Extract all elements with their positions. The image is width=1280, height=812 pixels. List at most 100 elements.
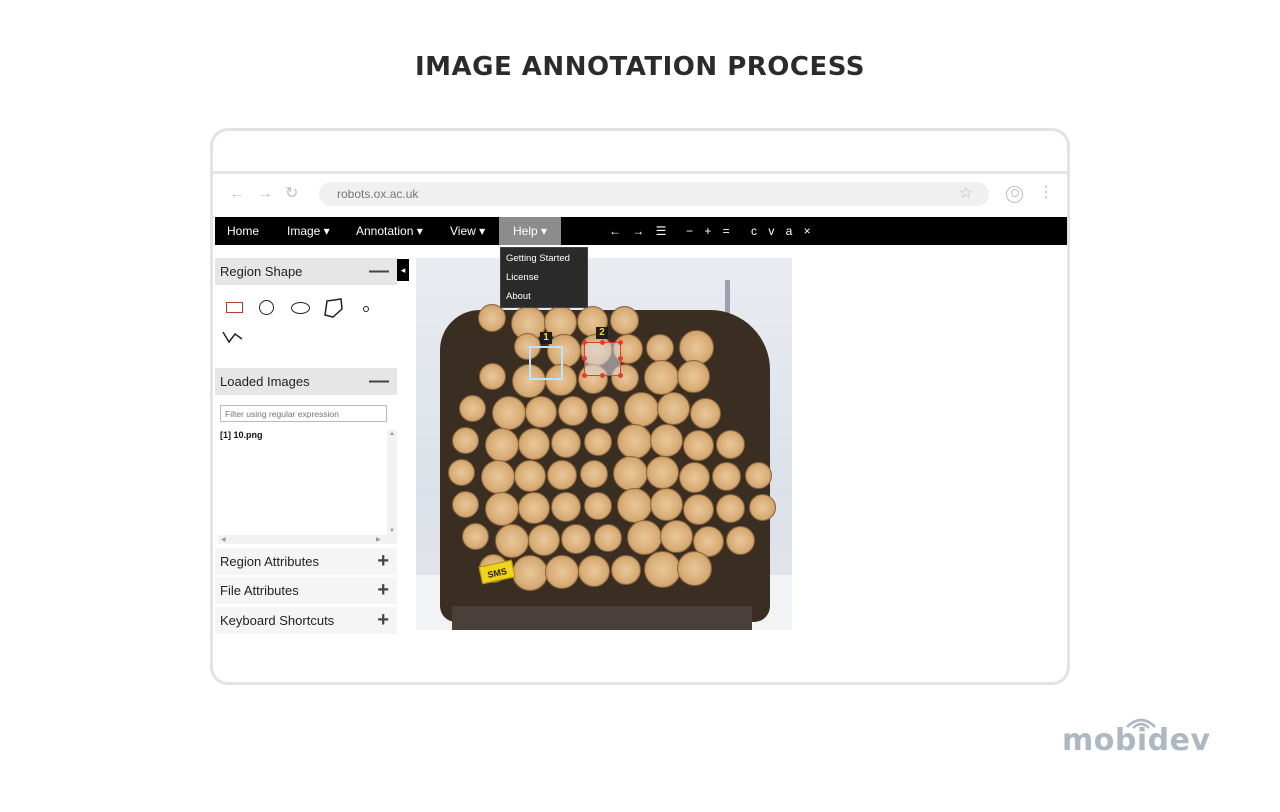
log-end — [518, 428, 550, 460]
log-end — [624, 391, 659, 427]
resize-handle[interactable] — [600, 340, 605, 345]
resize-handle[interactable] — [582, 340, 587, 345]
log-end — [459, 394, 486, 422]
menu-item-license[interactable]: License — [501, 268, 587, 287]
region-1-box[interactable] — [529, 346, 563, 380]
collapse-icon[interactable]: — — [369, 258, 389, 284]
polyline-shape-icon[interactable] — [222, 330, 244, 344]
expand-icon[interactable]: + — [377, 607, 389, 633]
log-end — [646, 455, 679, 489]
log-end — [551, 492, 581, 522]
log-end — [716, 429, 745, 459]
scroll-right-icon[interactable]: ▶ — [376, 536, 381, 543]
kebab-menu-icon[interactable]: ⋮ — [1038, 184, 1054, 202]
image-filter-input[interactable] — [220, 405, 387, 422]
log-end — [547, 460, 577, 490]
log-end — [617, 423, 652, 459]
region-shape-header[interactable]: Region Shape — — [215, 258, 397, 285]
menu-help[interactable]: Help ▾ — [499, 217, 561, 245]
point-shape-icon[interactable] — [363, 306, 369, 312]
log-end — [690, 397, 721, 429]
log-end — [644, 550, 681, 588]
sidebar-collapse-button[interactable]: ◂ — [397, 259, 409, 281]
region-1-label: 1 — [540, 332, 552, 344]
log-end — [679, 329, 714, 365]
annotation-canvas[interactable]: SMS 1 2 — [416, 258, 792, 630]
log-end — [518, 492, 550, 524]
log-end — [584, 492, 612, 520]
log-end — [745, 461, 772, 489]
polygon-shape-icon[interactable] — [322, 297, 344, 319]
log-end — [660, 519, 693, 553]
menu-item-about[interactable]: About — [501, 287, 587, 306]
scroll-down-icon[interactable]: ▼ — [389, 528, 395, 534]
resize-handle[interactable] — [582, 373, 587, 378]
log-end — [716, 493, 745, 523]
log-end — [512, 555, 548, 591]
mobidev-logo: mobidev — [1062, 715, 1222, 760]
region-attributes-header[interactable]: Region Attributes + — [215, 548, 397, 575]
reload-icon[interactable]: ↻ — [285, 185, 298, 203]
region-2-label: 2 — [596, 327, 608, 339]
edit-tools[interactable]: c v a × — [751, 217, 815, 245]
menu-annotation[interactable]: Annotation ▾ — [348, 217, 431, 245]
region-2-box[interactable] — [582, 340, 623, 378]
expand-icon[interactable]: + — [377, 577, 389, 603]
collapse-icon[interactable]: — — [369, 368, 389, 394]
list-item[interactable]: [1] 10.png — [218, 430, 385, 440]
ellipse-shape-icon[interactable] — [291, 302, 310, 314]
rectangle-shape-icon[interactable] — [226, 302, 243, 313]
log-end — [591, 396, 619, 424]
menu-home[interactable]: Home — [219, 217, 267, 245]
loaded-images-header[interactable]: Loaded Images — — [215, 368, 397, 395]
address-bar[interactable]: robots.ox.ac.uk ☆ — [319, 182, 989, 206]
log-end — [646, 334, 674, 362]
forward-arrow-icon[interactable]: → — [257, 185, 273, 203]
log-end — [650, 487, 683, 521]
resize-handle[interactable] — [618, 356, 623, 361]
star-icon[interactable]: ☆ — [959, 185, 973, 203]
log-end — [495, 524, 529, 558]
address-row: ← → ↻ robots.ox.ac.uk ☆ ⋮ — [213, 176, 1067, 214]
horizontal-scrollbar[interactable]: ◀ ▶ — [218, 535, 397, 544]
log-end — [479, 362, 506, 390]
log-end — [683, 493, 714, 525]
file-attributes-title: File Attributes — [220, 583, 299, 598]
navigation-tools[interactable]: ← → ☰ — [609, 217, 670, 245]
menu-image[interactable]: Image ▾ — [279, 217, 338, 245]
log-end — [561, 524, 591, 554]
log-end — [610, 305, 639, 335]
log-end — [485, 428, 519, 462]
resize-handle[interactable] — [582, 356, 587, 361]
scroll-up-icon[interactable]: ▲ — [389, 431, 395, 437]
resize-handle[interactable] — [618, 373, 623, 378]
circle-shape-icon[interactable] — [259, 300, 274, 315]
log-end — [492, 396, 526, 430]
scroll-left-icon[interactable]: ◀ — [221, 536, 226, 543]
region-attributes-title: Region Attributes — [220, 554, 320, 569]
log-end — [657, 391, 690, 425]
file-attributes-header[interactable]: File Attributes + — [215, 577, 397, 604]
vertical-scrollbar[interactable]: ▲ ▼ — [387, 430, 397, 535]
back-arrow-icon[interactable]: ← — [229, 185, 245, 203]
sidebar: Region Shape — Loaded Images — [1] 10.pn… — [215, 258, 397, 635]
log-end — [452, 426, 479, 454]
log-end — [584, 428, 612, 456]
browser-window: ← → ↻ robots.ox.ac.uk ☆ ⋮ Home Image ▾ A… — [210, 128, 1070, 685]
resize-handle[interactable] — [600, 373, 605, 378]
log-end — [627, 519, 662, 555]
expand-icon[interactable]: + — [377, 548, 389, 574]
profile-icon[interactable] — [1006, 186, 1023, 203]
log-end — [679, 461, 710, 493]
keyboard-shortcuts-header[interactable]: Keyboard Shortcuts + — [215, 607, 397, 634]
log-end — [613, 455, 648, 491]
log-end — [677, 550, 712, 586]
menu-view[interactable]: View ▾ — [442, 217, 493, 245]
loaded-images-title: Loaded Images — [220, 374, 310, 389]
log-end — [528, 524, 560, 556]
log-end — [481, 460, 515, 494]
menu-item-getting-started[interactable]: Getting Started — [501, 249, 587, 268]
resize-handle[interactable] — [618, 340, 623, 345]
log-end — [611, 555, 641, 585]
zoom-tools[interactable]: − + = — [686, 217, 734, 245]
